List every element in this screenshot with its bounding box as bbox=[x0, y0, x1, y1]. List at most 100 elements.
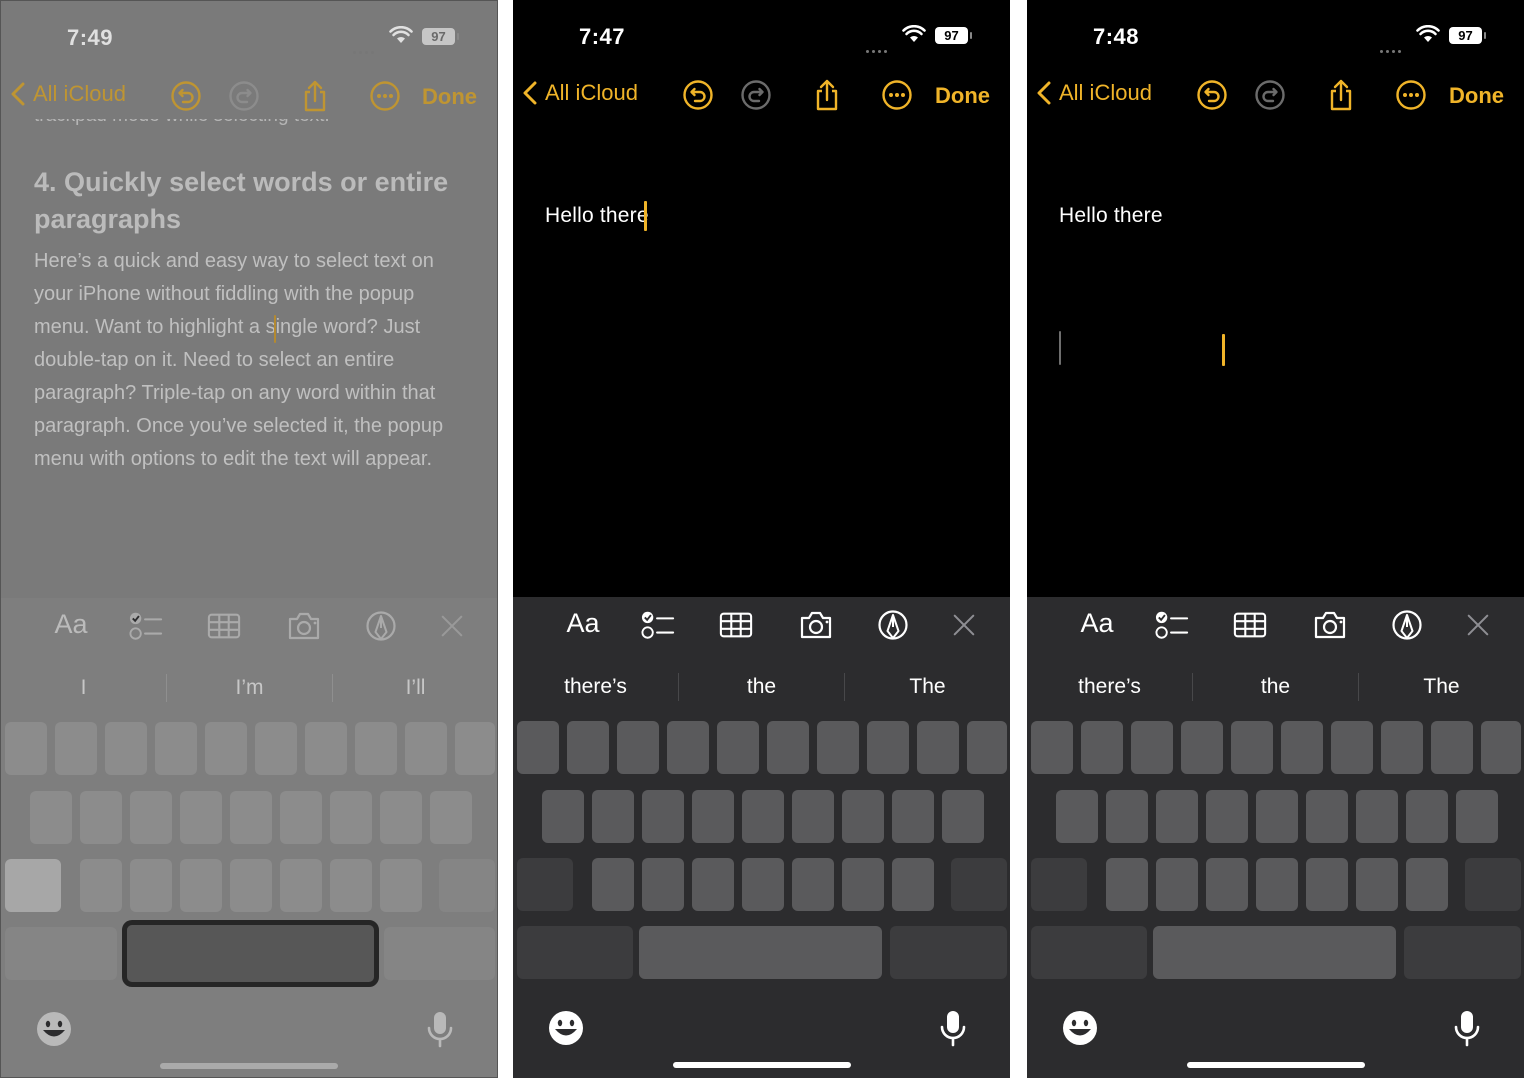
key[interactable] bbox=[380, 859, 422, 912]
format-button[interactable]: Aa bbox=[51, 608, 91, 640]
back-button[interactable]: All iCloud bbox=[1037, 80, 1152, 106]
key[interactable] bbox=[180, 859, 222, 912]
return-key[interactable] bbox=[1404, 926, 1521, 979]
undo-icon[interactable] bbox=[1196, 79, 1228, 111]
back-button[interactable]: All iCloud bbox=[11, 81, 126, 107]
key[interactable] bbox=[692, 790, 734, 843]
format-button[interactable]: Aa bbox=[1077, 607, 1117, 639]
trackpad-space-bar[interactable] bbox=[122, 920, 379, 987]
markup-icon[interactable] bbox=[1391, 609, 1423, 641]
key[interactable] bbox=[5, 722, 47, 775]
more-icon[interactable] bbox=[1395, 79, 1427, 111]
key[interactable] bbox=[967, 721, 1007, 774]
format-button[interactable]: Aa bbox=[563, 607, 603, 639]
key[interactable] bbox=[180, 791, 222, 844]
key[interactable] bbox=[1031, 721, 1073, 774]
key[interactable] bbox=[917, 721, 959, 774]
key[interactable] bbox=[280, 791, 322, 844]
key[interactable] bbox=[430, 791, 472, 844]
key[interactable] bbox=[1156, 858, 1198, 911]
share-icon[interactable] bbox=[299, 80, 331, 112]
share-icon[interactable] bbox=[1325, 79, 1357, 111]
key[interactable] bbox=[1306, 858, 1348, 911]
numbers-key[interactable] bbox=[5, 927, 117, 980]
close-icon[interactable] bbox=[951, 609, 977, 641]
done-button[interactable]: Done bbox=[935, 83, 990, 109]
emoji-icon[interactable] bbox=[1061, 1009, 1099, 1047]
key[interactable] bbox=[642, 858, 684, 911]
key[interactable] bbox=[355, 722, 397, 775]
key[interactable] bbox=[1131, 721, 1173, 774]
checklist-icon[interactable] bbox=[129, 610, 163, 642]
key[interactable] bbox=[80, 791, 122, 844]
suggestion-3[interactable]: The bbox=[1359, 669, 1524, 709]
undo-icon[interactable] bbox=[682, 79, 714, 111]
key[interactable] bbox=[892, 858, 934, 911]
close-icon[interactable] bbox=[439, 610, 465, 642]
key[interactable] bbox=[767, 721, 809, 774]
delete-key[interactable] bbox=[439, 859, 495, 912]
key[interactable] bbox=[792, 790, 834, 843]
key[interactable] bbox=[1331, 721, 1373, 774]
key[interactable] bbox=[692, 858, 734, 911]
key[interactable] bbox=[1256, 858, 1298, 911]
key[interactable] bbox=[130, 859, 172, 912]
redo-icon[interactable] bbox=[740, 79, 772, 111]
key[interactable] bbox=[155, 722, 197, 775]
key[interactable] bbox=[455, 722, 495, 775]
key[interactable] bbox=[1406, 790, 1448, 843]
key[interactable] bbox=[1281, 721, 1323, 774]
key[interactable] bbox=[842, 858, 884, 911]
key[interactable] bbox=[717, 721, 759, 774]
table-icon[interactable] bbox=[1233, 609, 1267, 641]
shift-key[interactable] bbox=[517, 858, 573, 911]
key[interactable] bbox=[1181, 721, 1223, 774]
key[interactable] bbox=[1356, 790, 1398, 843]
key[interactable] bbox=[742, 858, 784, 911]
key[interactable] bbox=[542, 790, 584, 843]
key[interactable] bbox=[105, 722, 147, 775]
key[interactable] bbox=[1206, 790, 1248, 843]
key[interactable] bbox=[892, 790, 934, 843]
key[interactable] bbox=[205, 722, 247, 775]
key[interactable] bbox=[280, 859, 322, 912]
suggestion-3[interactable]: The bbox=[845, 669, 1010, 709]
camera-icon[interactable] bbox=[798, 609, 834, 641]
key[interactable] bbox=[792, 858, 834, 911]
key[interactable] bbox=[1456, 790, 1498, 843]
shift-key[interactable] bbox=[5, 859, 61, 912]
key[interactable] bbox=[80, 859, 122, 912]
redo-icon[interactable] bbox=[1254, 79, 1286, 111]
undo-icon[interactable] bbox=[170, 80, 202, 112]
key[interactable] bbox=[330, 791, 372, 844]
key[interactable] bbox=[1206, 858, 1248, 911]
key[interactable] bbox=[1481, 721, 1521, 774]
key[interactable] bbox=[330, 859, 372, 912]
suggestion-1[interactable]: I bbox=[1, 670, 166, 710]
share-icon[interactable] bbox=[811, 79, 843, 111]
camera-icon[interactable] bbox=[1312, 609, 1348, 641]
space-bar[interactable] bbox=[1153, 926, 1396, 979]
key[interactable] bbox=[1231, 721, 1273, 774]
suggestion-1[interactable]: there’s bbox=[513, 669, 678, 709]
key[interactable] bbox=[1431, 721, 1473, 774]
table-icon[interactable] bbox=[719, 609, 753, 641]
key[interactable] bbox=[1381, 721, 1423, 774]
suggestion-1[interactable]: there’s bbox=[1027, 669, 1192, 709]
key[interactable] bbox=[867, 721, 909, 774]
key[interactable] bbox=[842, 790, 884, 843]
done-button[interactable]: Done bbox=[1449, 83, 1504, 109]
key[interactable] bbox=[255, 722, 297, 775]
delete-key[interactable] bbox=[1465, 858, 1521, 911]
checklist-icon[interactable] bbox=[1155, 609, 1189, 641]
markup-icon[interactable] bbox=[365, 610, 397, 642]
key[interactable] bbox=[55, 722, 97, 775]
key[interactable] bbox=[1106, 790, 1148, 843]
more-icon[interactable] bbox=[881, 79, 913, 111]
shift-key[interactable] bbox=[1031, 858, 1087, 911]
key[interactable] bbox=[742, 790, 784, 843]
key[interactable] bbox=[380, 791, 422, 844]
key[interactable] bbox=[1256, 790, 1298, 843]
key[interactable] bbox=[592, 790, 634, 843]
key[interactable] bbox=[592, 858, 634, 911]
